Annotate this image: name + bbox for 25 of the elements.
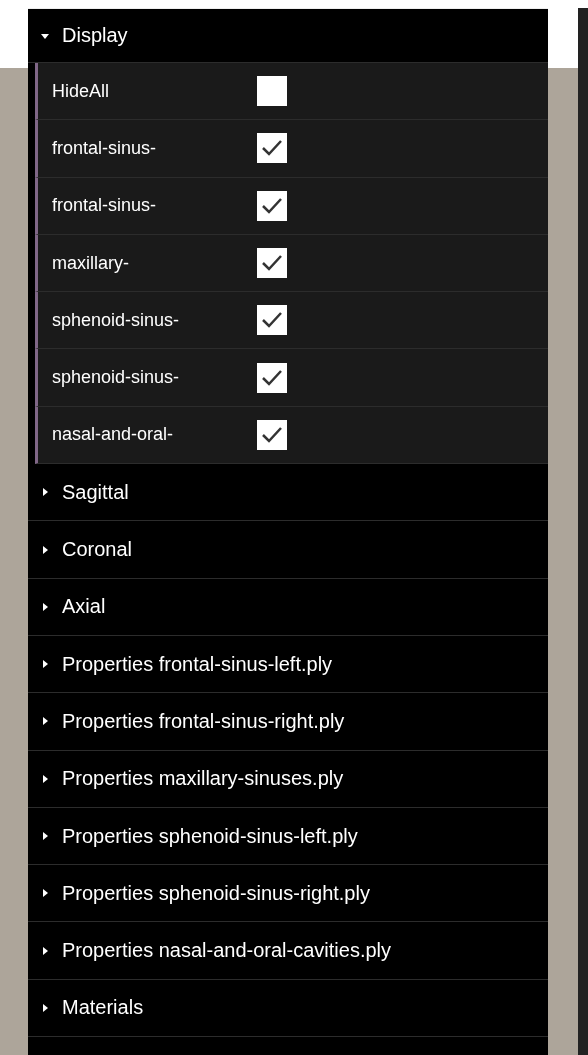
expand-caret-icon [40,601,50,612]
control-label: sphenoid-sinus- [51,309,181,331]
checkbox[interactable] [257,133,287,164]
expand-caret-icon [40,544,50,555]
control-label: HideAll [51,80,111,102]
checkbox[interactable] [257,248,287,279]
checkbox[interactable] [257,419,287,450]
expand-caret-icon [40,1002,50,1013]
expand-caret-icon [40,888,50,899]
expand-caret-icon [40,831,50,841]
control-label: maxillary- [51,252,130,274]
checkbox[interactable] [257,305,287,336]
control-label: sphenoid-sinus- [51,367,181,389]
expand-caret-icon [40,659,50,670]
expand-caret-icon [40,773,50,784]
checkbox[interactable] [257,190,287,221]
control-label: frontal-sinus- [51,195,158,217]
expand-caret-icon [40,487,50,498]
expand-caret-icon [40,716,50,727]
checkbox[interactable] [257,362,287,393]
expand-caret-icon [40,945,50,956]
scrollbar[interactable] [578,8,588,1055]
control-label: nasal-and-oral- [51,424,175,446]
checkbox[interactable] [257,76,287,107]
control-label: frontal-sinus- [51,137,158,159]
